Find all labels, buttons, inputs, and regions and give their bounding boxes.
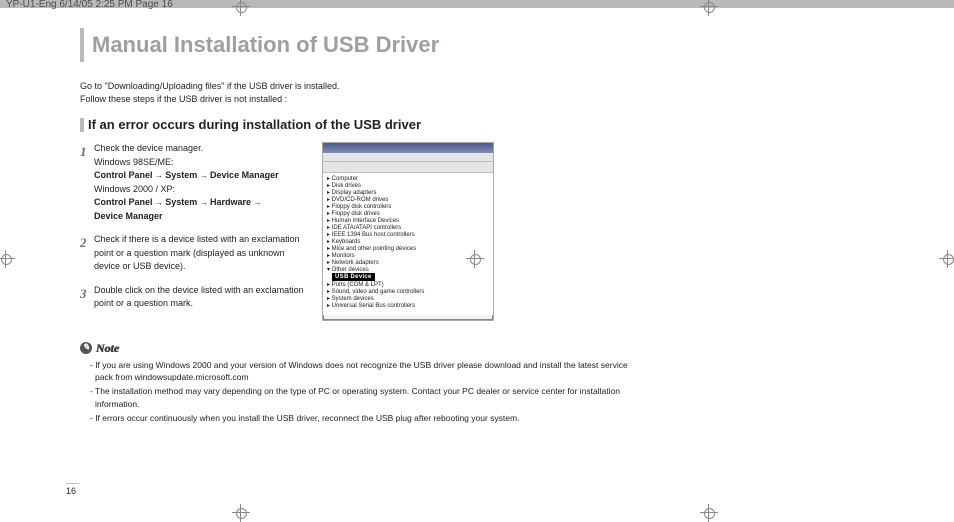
note-label: Note bbox=[96, 339, 119, 357]
step-line: Windows 2000 / XP: bbox=[94, 183, 310, 197]
step-line: Control Panel → System → Device Manager bbox=[94, 169, 310, 183]
intro-line-1: Go to "Downloading/Uploading files" if t… bbox=[80, 80, 630, 93]
steps-section: 1 Check the device manager. Windows 98SE… bbox=[80, 142, 630, 321]
title-bar: Manual Installation of USB Driver bbox=[80, 28, 630, 62]
note-heading: ✎ Note bbox=[80, 339, 630, 357]
usb-device-highlight: USB Device bbox=[332, 273, 375, 281]
step-number: 1 bbox=[80, 142, 87, 162]
arrow-icon: → bbox=[200, 171, 210, 180]
note-item: - If errors occur continuously when you … bbox=[90, 412, 630, 425]
subheading-row: If an error occurs during installation o… bbox=[80, 117, 630, 132]
note-list: - If you are using Windows 2000 and your… bbox=[80, 359, 630, 425]
step-number: 2 bbox=[80, 233, 87, 253]
window-menubar bbox=[323, 153, 493, 162]
arrow-icon: → bbox=[155, 198, 165, 207]
registration-mark-icon bbox=[939, 250, 954, 268]
step-text: Check if there is a device listed with a… bbox=[94, 234, 300, 271]
step-1: 1 Check the device manager. Windows 98SE… bbox=[80, 142, 310, 223]
step-line: Windows 98SE/ME: bbox=[94, 156, 310, 170]
device-manager-screenshot: ▸ Computer ▸ Disk drives ▸ Display adapt… bbox=[322, 142, 494, 321]
note-item: - The installation method may vary depen… bbox=[90, 385, 630, 411]
note-icon: ✎ bbox=[80, 342, 92, 354]
subheading: If an error occurs during installation o… bbox=[88, 117, 421, 132]
arrow-icon: → bbox=[155, 171, 165, 180]
step-text: Check the device manager. bbox=[94, 143, 203, 153]
window-titlebar bbox=[323, 143, 493, 153]
arrow-icon: → bbox=[200, 198, 210, 207]
page-number: 16 bbox=[66, 483, 80, 496]
registration-mark-icon bbox=[700, 504, 718, 522]
page-content: Manual Installation of USB Driver Go to … bbox=[0, 8, 630, 424]
note-item: - If you are using Windows 2000 and your… bbox=[90, 359, 630, 385]
window-toolbar bbox=[323, 162, 493, 173]
note-block: ✎ Note - If you are using Windows 2000 a… bbox=[80, 339, 630, 425]
step-number: 3 bbox=[80, 284, 87, 304]
steps-list: 1 Check the device manager. Windows 98SE… bbox=[80, 142, 310, 321]
arrow-icon: → bbox=[254, 198, 262, 207]
subheading-marker-icon bbox=[80, 118, 84, 132]
step-2: 2 Check if there is a device listed with… bbox=[80, 233, 310, 274]
page-title: Manual Installation of USB Driver bbox=[92, 32, 622, 58]
step-line: Control Panel → System → Hardware → bbox=[94, 196, 310, 210]
registration-mark-icon bbox=[232, 504, 250, 522]
intro-line-2: Follow these steps if the USB driver is … bbox=[80, 93, 630, 106]
print-header: YP-U1-Eng 6/14/05 2:25 PM Page 16 bbox=[6, 0, 173, 10]
device-tree: ▸ Computer ▸ Disk drives ▸ Display adapt… bbox=[323, 173, 493, 315]
step-text: Double click on the device listed with a… bbox=[94, 285, 304, 309]
step-3: 3 Double click on the device listed with… bbox=[80, 284, 310, 311]
intro-text: Go to "Downloading/Uploading files" if t… bbox=[80, 80, 630, 105]
step-line: Device Manager bbox=[94, 210, 310, 224]
